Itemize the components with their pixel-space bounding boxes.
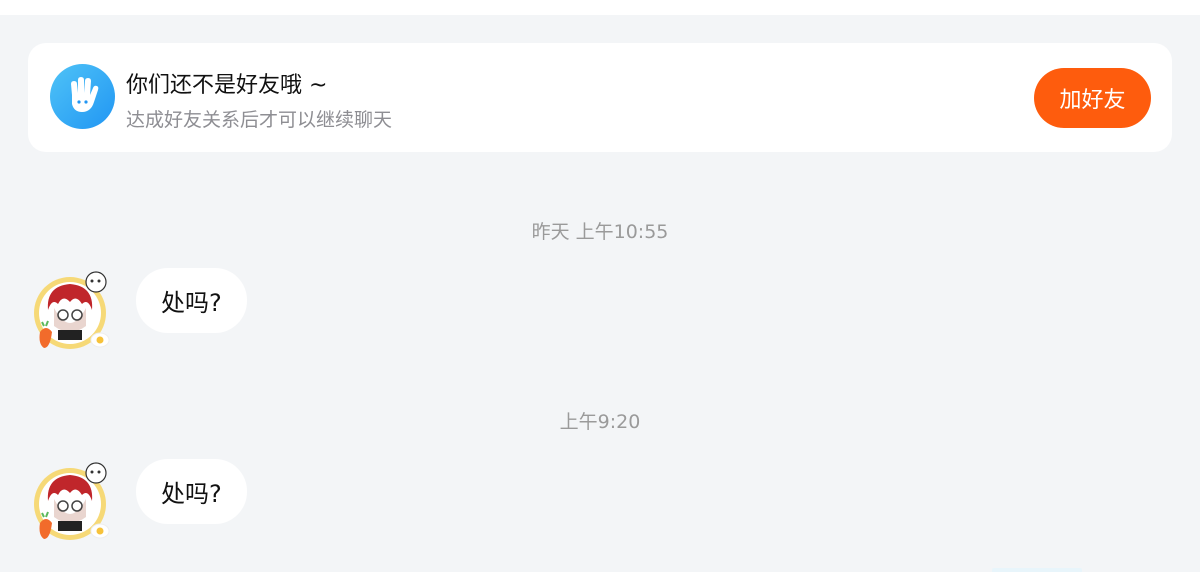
- message-timestamp: 昨天 上午10:55: [531, 221, 669, 243]
- notice-subtitle: 达成好友关系后才可以继续聊天: [126, 109, 393, 131]
- top-bar: [0, 0, 1200, 15]
- partial-element: [992, 568, 1082, 572]
- notice-title: 你们还不是好友哦 ~: [126, 73, 328, 98]
- message-timestamp: 上午9:20: [559, 411, 641, 433]
- friend-notice-banner: 你们还不是好友哦 ~ 达成好友关系后才可以继续聊天 加好友: [28, 43, 1172, 152]
- waving-hand-icon: [50, 64, 115, 129]
- avatar[interactable]: [30, 268, 116, 354]
- add-friend-button[interactable]: 加好友: [1034, 68, 1151, 128]
- message-bubble[interactable]: 处吗?: [136, 268, 247, 333]
- message-bubble[interactable]: 处吗?: [136, 459, 247, 524]
- message-text: 处吗?: [161, 480, 222, 508]
- avatar[interactable]: [30, 459, 116, 545]
- message-text: 处吗?: [161, 289, 222, 317]
